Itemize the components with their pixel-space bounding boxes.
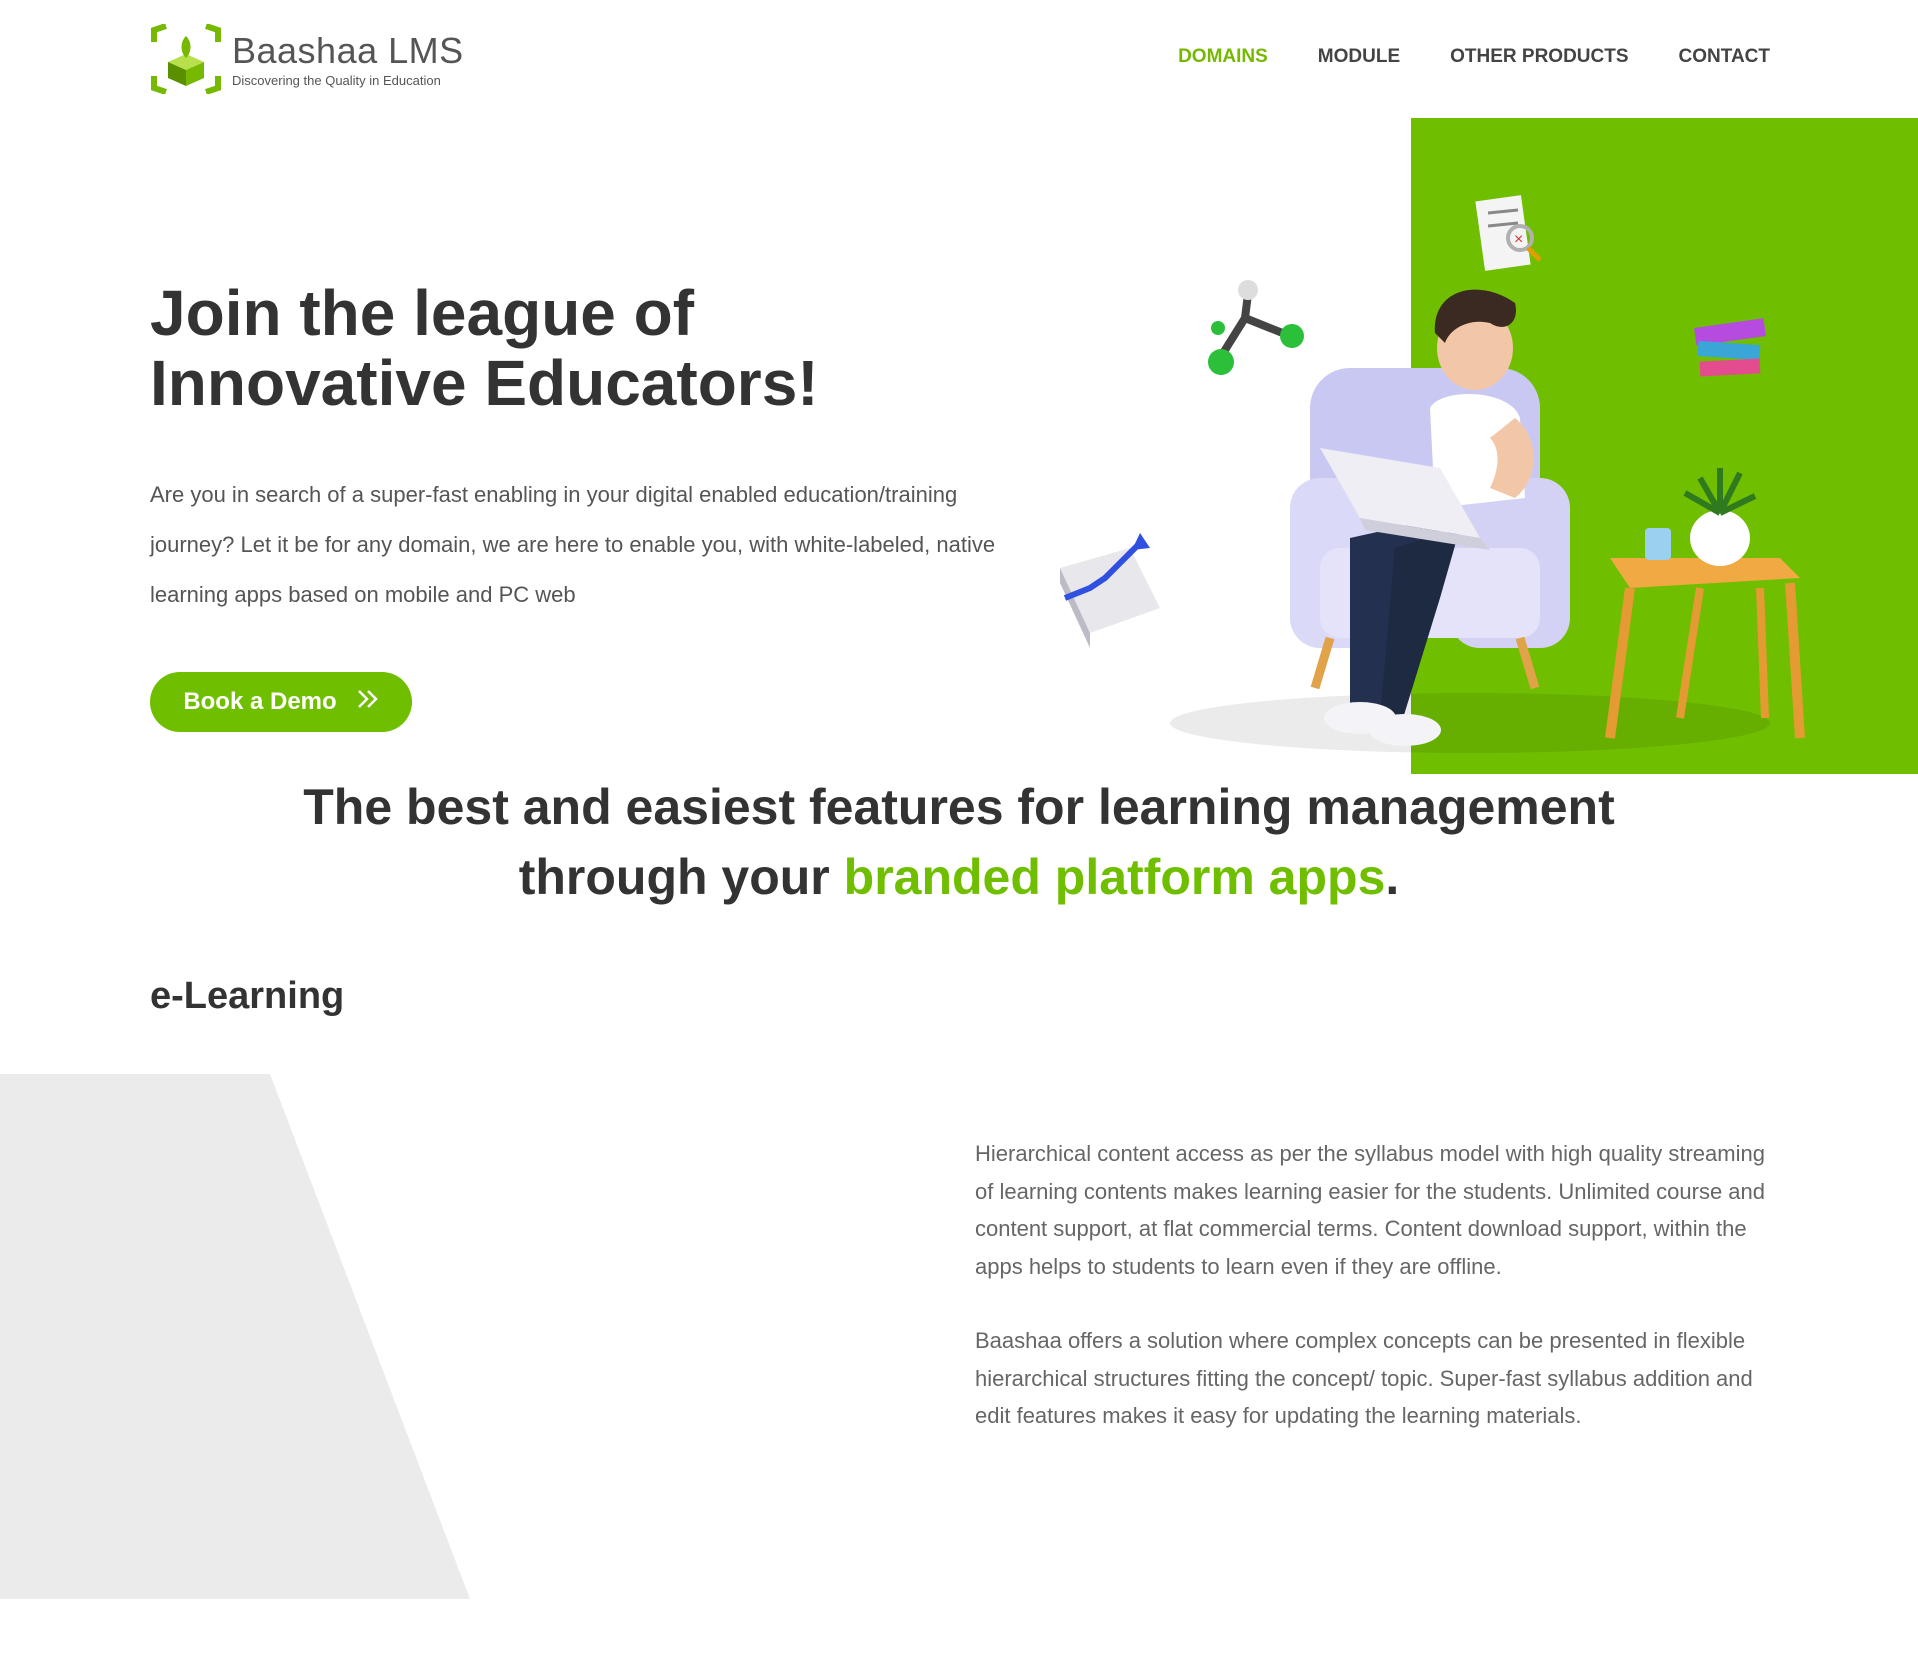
logo[interactable]: Baashaa LMS Discovering the Quality in E… <box>150 23 464 95</box>
double-chevron-right-icon <box>357 688 379 716</box>
hero-title-line1: Join the league of <box>150 277 695 349</box>
side-table-illustration <box>1605 468 1805 739</box>
elearning-heading: e-Learning <box>150 975 345 1017</box>
features-title-part2: through your <box>518 849 844 905</box>
features-title: The best and easiest features for learni… <box>250 772 1668 912</box>
elearning-paragraph-1: Hierarchical content access as per the s… <box>975 1141 1765 1279</box>
features-title-end: . <box>1385 849 1400 905</box>
books-icon <box>1694 318 1766 377</box>
svg-text:×: × <box>1514 231 1523 248</box>
hero-title: Join the league of Innovative Educators! <box>150 278 850 418</box>
document-search-icon: × <box>1475 195 1542 271</box>
nav-item-module[interactable]: MODULE <box>1318 46 1400 68</box>
hero-description: Are you in search of a super-fast enabli… <box>150 482 996 607</box>
decorative-grey-shape <box>0 1074 470 1599</box>
nav-item-other-products[interactable]: OTHER PRODUCTS <box>1450 46 1628 68</box>
growth-chart-icon <box>1060 533 1160 648</box>
elearning-paragraph-2: Baashaa offers a solution where complex … <box>975 1328 1753 1428</box>
features-title-accent: branded platform apps <box>843 849 1386 905</box>
nav-item-domains[interactable]: DOMAINS <box>1178 46 1268 68</box>
brand-name: Baashaa LMS <box>232 29 464 71</box>
book-demo-label: Book a Demo <box>183 688 337 715</box>
logo-icon <box>150 23 222 95</box>
nav-item-contact[interactable]: CONTACT <box>1679 46 1770 68</box>
brand-tagline: Discovering the Quality in Education <box>232 72 441 88</box>
hero-title-line2: Innovative Educators! <box>150 347 819 419</box>
molecule-icon <box>1208 280 1304 375</box>
main-nav: DOMAINS MODULE OTHER PRODUCTS CONTACT <box>1178 46 1770 68</box>
elearning-description: Hierarchical content access as per the s… <box>975 1135 1775 1435</box>
features-title-part1: The best and easiest features for learni… <box>303 779 1615 835</box>
hero-illustration: × <box>1060 195 1805 753</box>
page: Baashaa LMS Discovering the Quality in E… <box>0 0 1918 1669</box>
site-header: Baashaa LMS Discovering the Quality in E… <box>0 0 1918 118</box>
book-demo-button[interactable]: Book a Demo <box>150 672 412 732</box>
